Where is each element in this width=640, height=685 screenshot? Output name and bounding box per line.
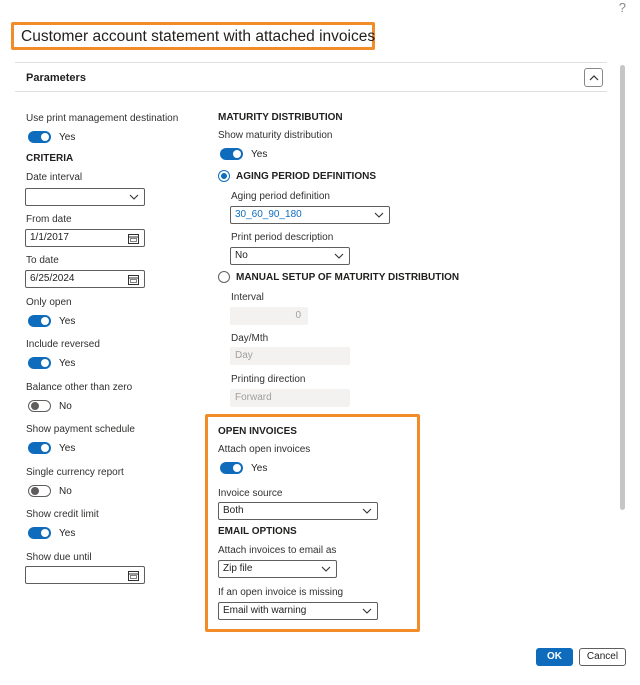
include-reversed-toggle[interactable]: Yes xyxy=(28,356,75,370)
invoice-source-value: Both xyxy=(223,505,244,516)
toggle-switch[interactable] xyxy=(220,148,243,160)
radio-label: AGING PERIOD DEFINITIONS xyxy=(236,170,377,182)
attach-email-as-value: Zip file xyxy=(223,563,253,574)
cancel-button[interactable]: Cancel xyxy=(579,648,626,666)
use-print-mgmt-toggle[interactable]: Yes xyxy=(28,130,75,144)
print-period-desc-label: Print period description xyxy=(231,232,334,243)
printing-direction-select: Forward xyxy=(230,389,350,407)
to-date-label: To date xyxy=(26,255,59,266)
missing-invoice-select[interactable]: Email with warning xyxy=(218,602,378,620)
toggle-value: Yes xyxy=(59,442,76,454)
radio-button[interactable] xyxy=(218,170,230,182)
toggle-switch[interactable] xyxy=(28,400,51,412)
missing-invoice-label: If an open invoice is missing xyxy=(218,587,344,598)
single-currency-toggle[interactable]: No xyxy=(28,484,72,498)
toggle-switch[interactable] xyxy=(28,315,51,327)
use-print-mgmt-label: Use print management destination xyxy=(26,113,179,124)
chevron-down-icon xyxy=(321,566,331,572)
show-maturity-label: Show maturity distribution xyxy=(218,130,333,141)
from-date-input[interactable]: 1/1/2017 xyxy=(25,229,145,247)
show-credit-limit-toggle[interactable]: Yes xyxy=(28,526,75,540)
attach-open-label: Attach open invoices xyxy=(218,444,311,455)
chevron-down-icon xyxy=(362,508,372,514)
toggle-switch[interactable] xyxy=(28,442,51,454)
radio-button[interactable] xyxy=(218,271,230,283)
invoice-source-label: Invoice source xyxy=(218,488,283,499)
interval-label: Interval xyxy=(231,292,264,303)
include-reversed-label: Include reversed xyxy=(26,339,100,350)
chevron-down-icon xyxy=(362,608,372,614)
aging-def-label: Aging period definition xyxy=(231,191,330,202)
from-date-value: 1/1/2017 xyxy=(30,232,69,243)
chevron-up-icon xyxy=(589,74,598,80)
show-maturity-toggle[interactable]: Yes xyxy=(220,147,267,161)
printing-direction-label: Printing direction xyxy=(231,374,306,385)
calendar-icon[interactable] xyxy=(128,274,139,285)
toggle-switch[interactable] xyxy=(28,485,51,497)
day-mth-label: Day/Mth xyxy=(231,333,269,344)
attach-email-as-label: Attach invoices to email as xyxy=(218,545,337,556)
single-currency-label: Single currency report xyxy=(26,467,124,478)
invoice-source-select[interactable]: Both xyxy=(218,502,378,520)
collapse-button[interactable] xyxy=(584,68,603,87)
to-date-value: 6/25/2024 xyxy=(30,273,75,284)
toggle-switch[interactable] xyxy=(28,131,51,143)
toggle-value: Yes xyxy=(59,527,76,539)
only-open-toggle[interactable]: Yes xyxy=(28,314,75,328)
show-credit-limit-label: Show credit limit xyxy=(26,509,99,520)
print-period-desc-select[interactable]: No xyxy=(230,247,350,265)
chevron-down-icon xyxy=(374,212,384,218)
toggle-value: Yes xyxy=(59,315,76,327)
panel-title: Parameters xyxy=(26,72,86,84)
maturity-heading: MATURITY DISTRIBUTION xyxy=(218,112,343,123)
to-date-input[interactable]: 6/25/2024 xyxy=(25,270,145,288)
toggle-switch[interactable] xyxy=(220,462,243,474)
print-period-desc-value: No xyxy=(235,250,248,261)
aging-period-radio[interactable]: AGING PERIOD DEFINITIONS xyxy=(218,170,376,182)
attach-open-toggle[interactable]: Yes xyxy=(220,461,267,475)
toggle-switch[interactable] xyxy=(28,527,51,539)
from-date-label: From date xyxy=(26,214,72,225)
toggle-value: Yes xyxy=(59,357,76,369)
date-interval-label: Date interval xyxy=(26,172,83,183)
criteria-heading: CRITERIA xyxy=(26,153,74,164)
show-payment-schedule-label: Show payment schedule xyxy=(26,424,135,435)
attach-email-as-select[interactable]: Zip file xyxy=(218,560,337,578)
help-icon[interactable]: ? xyxy=(619,0,626,15)
date-interval-select[interactable] xyxy=(25,188,145,206)
show-payment-schedule-toggle[interactable]: Yes xyxy=(28,441,75,455)
radio-label: MANUAL SETUP OF MATURITY DISTRIBUTION xyxy=(236,271,460,283)
show-due-until-input[interactable] xyxy=(25,566,145,584)
manual-setup-radio[interactable]: MANUAL SETUP OF MATURITY DISTRIBUTION xyxy=(218,271,459,283)
calendar-icon[interactable] xyxy=(128,570,139,581)
balance-other-toggle[interactable]: No xyxy=(28,399,72,413)
toggle-value: Yes xyxy=(59,131,76,143)
show-due-until-label: Show due until xyxy=(26,552,92,563)
toggle-value: No xyxy=(59,485,72,497)
toggle-switch[interactable] xyxy=(28,357,51,369)
ok-button[interactable]: OK xyxy=(536,648,573,666)
toggle-value: No xyxy=(59,400,72,412)
day-mth-select: Day xyxy=(230,347,350,365)
chevron-down-icon xyxy=(129,194,139,200)
open-invoices-heading: OPEN INVOICES xyxy=(218,426,297,437)
aging-def-value: 30_60_90_180 xyxy=(235,209,302,220)
toggle-value: Yes xyxy=(251,148,268,160)
interval-input: 0 xyxy=(230,307,308,325)
only-open-label: Only open xyxy=(26,297,72,308)
parameters-panel-header[interactable]: Parameters xyxy=(15,62,607,92)
toggle-value: Yes xyxy=(251,462,268,474)
vertical-scrollbar[interactable] xyxy=(620,65,625,510)
calendar-icon[interactable] xyxy=(128,233,139,244)
dialog-title: Customer account statement with attached… xyxy=(11,22,375,50)
email-options-heading: EMAIL OPTIONS xyxy=(218,526,297,537)
balance-other-label: Balance other than zero xyxy=(26,382,133,393)
chevron-down-icon xyxy=(334,253,344,259)
missing-invoice-value: Email with warning xyxy=(223,605,307,616)
aging-def-select[interactable]: 30_60_90_180 xyxy=(230,206,390,224)
